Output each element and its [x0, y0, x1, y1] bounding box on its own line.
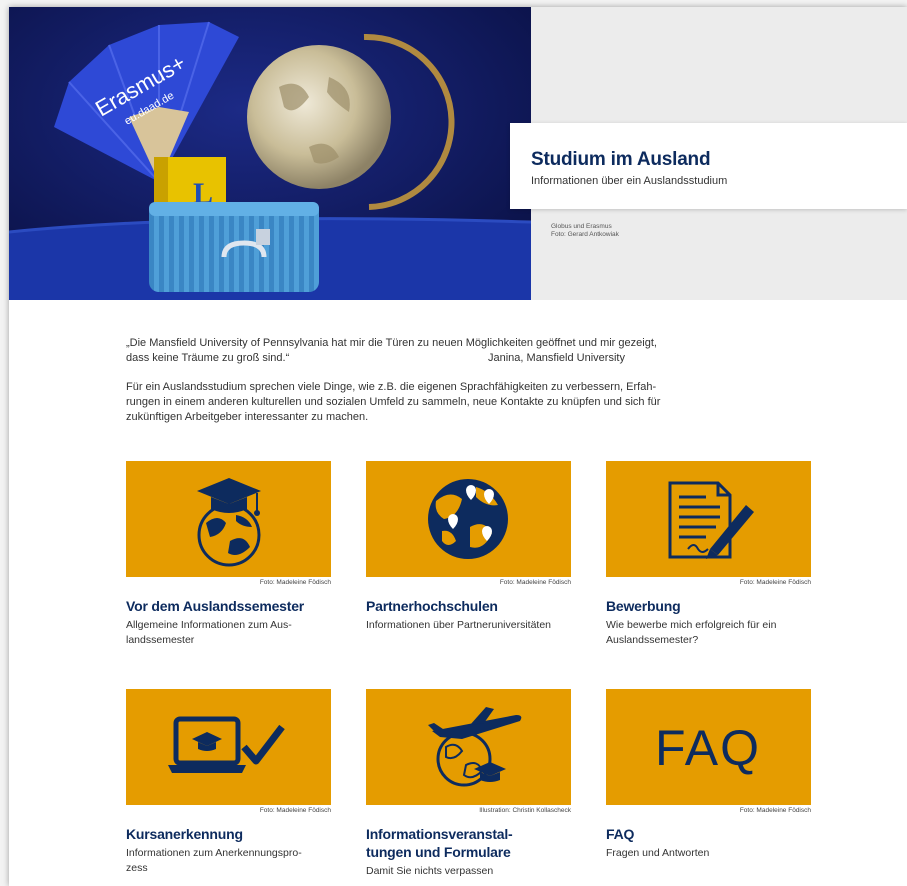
card-partnerhochschulen[interactable]: Foto: Madeleine Födisch Partnerhochschul…: [366, 461, 571, 633]
desc-line: Informationen über Partneruniversitäten: [366, 619, 552, 631]
quote-line-1: „Die Mansfield University of Pennsylvani…: [126, 337, 657, 349]
card-description: Damit Sie nichts verpassen: [366, 864, 571, 879]
quote-line-2: dass keine Träume zu groß sind.“ Janina,…: [126, 351, 716, 366]
page: Erasmus+ eu.daad.de L Studium im Ausland: [9, 7, 907, 886]
credit-caption: Globus und Erasmus: [551, 223, 612, 230]
paragraph-line: Für ein Auslandsstudium sprechen viele D…: [126, 381, 657, 393]
card-informationsveranstaltungen[interactable]: Illustration: Christin Kollascheck Infor…: [366, 689, 571, 879]
card-title-text[interactable]: Informationsveranstal-: [366, 825, 571, 843]
hero-title-card: Studium im Ausland Informationen über ei…: [510, 123, 907, 209]
card-credit: Foto: Madeleine Födisch: [259, 807, 331, 814]
desc-line: Wie bewerbe mich erfolgreich für ein: [606, 619, 777, 631]
card-vor-dem-auslandssemester[interactable]: Foto: Madeleine Födisch Vor dem Auslands…: [126, 461, 331, 648]
card-title[interactable]: Bewerbung: [606, 597, 811, 615]
card-tile[interactable]: [606, 461, 811, 577]
card-title[interactable]: Vor dem Auslandssemester: [126, 597, 331, 615]
card-title-text[interactable]: Bewerbung: [606, 598, 681, 614]
intro-section: „Die Mansfield University of Pennsylvani…: [126, 336, 716, 425]
card-title-text[interactable]: Partnerhochschulen: [366, 598, 498, 614]
desc-line: Auslandssemester?: [606, 634, 699, 646]
document-pen-icon: [668, 481, 754, 559]
card-description: Fragen und Antworten: [606, 846, 811, 861]
hero-photo-credit: Globus und Erasmus Foto: Gerard Antkowia…: [551, 223, 619, 239]
intro-paragraph: Für ein Auslandsstudium sprechen viele D…: [126, 380, 716, 425]
hero-banner: Erasmus+ eu.daad.de L Studium im Ausland: [9, 7, 907, 300]
card-title[interactable]: Kursanerkennung: [126, 825, 331, 843]
globe-pins-icon: [428, 479, 508, 559]
card-credit: Illustration: Christin Kollascheck: [479, 807, 571, 814]
desc-line: Allgemeine Informationen zum Aus-: [126, 619, 292, 631]
card-description: Wie bewerbe mich erfolgreich für ein Aus…: [606, 618, 811, 648]
card-credit: Foto: Madeleine Födisch: [739, 579, 811, 586]
page-subtitle: Informationen über ein Auslandsstudium: [531, 175, 728, 187]
plane-globe-icon: [428, 707, 522, 787]
card-description: Informationen zum Anerkennungspro- zess: [126, 846, 331, 876]
card-description: Allgemeine Informationen zum Aus- landss…: [126, 618, 331, 648]
desc-line: Damit Sie nichts verpassen: [366, 865, 494, 877]
laptop-check-icon: [168, 716, 285, 773]
card-title-text[interactable]: FAQ: [606, 826, 634, 842]
card-description: Informationen über Partneruniversitäten: [366, 618, 571, 633]
card-title[interactable]: FAQ: [606, 825, 811, 843]
page-title: Studium im Ausland: [531, 149, 711, 170]
faq-tile-text: FAQ: [655, 720, 761, 776]
quote-author: Janina, Mansfield University: [488, 352, 625, 364]
card-title[interactable]: Partnerhochschulen: [366, 597, 571, 615]
card-bewerbung[interactable]: Foto: Madeleine Födisch Bewerbung Wie be…: [606, 461, 811, 648]
credit-photographer: Foto: Gerard Antkowiak: [551, 231, 619, 238]
quote-text-end: dass keine Träume zu groß sind.“: [126, 352, 290, 364]
card-tile[interactable]: [126, 689, 331, 805]
graduation-globe-icon: [197, 478, 261, 567]
card-kursanerkennung[interactable]: Foto: Madeleine Födisch Kursanerkennung …: [126, 689, 331, 876]
paragraph-line: rungen in einem anderen kulturellen und …: [126, 396, 661, 408]
card-credit: Foto: Madeleine Födisch: [499, 579, 571, 586]
card-title-text[interactable]: Kursanerkennung: [126, 826, 243, 842]
card-tile[interactable]: [366, 689, 571, 805]
desc-line: Fragen und Antworten: [606, 847, 710, 859]
card-title[interactable]: Informationsveranstal- tungen und Formul…: [366, 825, 571, 861]
desc-line: Informationen zum Anerkennungspro-: [126, 847, 302, 859]
card-title-text[interactable]: tungen und Formulare: [366, 843, 571, 861]
faq-icon: FAQ: [655, 720, 761, 776]
card-credit: Foto: Madeleine Födisch: [259, 579, 331, 586]
card-credit: Foto: Madeleine Födisch: [739, 807, 811, 814]
card-tile[interactable]: [366, 461, 571, 577]
desc-line: zess: [126, 862, 148, 874]
card-tile[interactable]: FAQ: [606, 689, 811, 805]
card-title-text[interactable]: Vor dem Auslandssemester: [126, 598, 304, 614]
card-tile[interactable]: [126, 461, 331, 577]
card-faq[interactable]: FAQ Foto: Madeleine Födisch FAQ Fragen u…: [606, 689, 811, 861]
desc-line: landssemester: [126, 634, 195, 646]
hero-photo: Erasmus+ eu.daad.de L: [9, 7, 531, 300]
paragraph-line: zukünftigen Arbeitgeber interessanter zu…: [126, 411, 369, 423]
